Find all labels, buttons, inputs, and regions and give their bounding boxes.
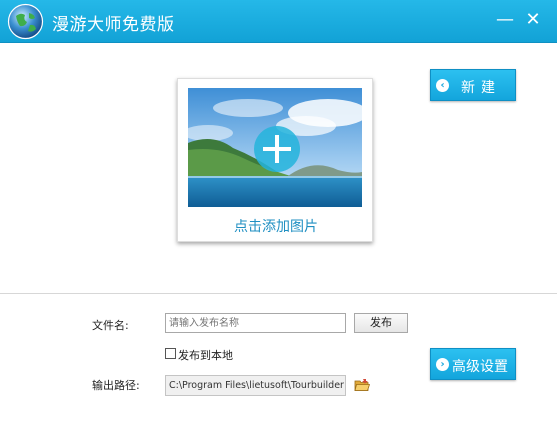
chevron-right-icon: › [436, 358, 449, 371]
output-path-label: 输出路径: [92, 379, 140, 392]
advanced-settings-button[interactable]: › 高级设置 [430, 348, 516, 380]
minimize-button[interactable]: — [494, 9, 516, 31]
title-bar: 漫游大师免费版 — ✕ [0, 0, 557, 43]
advanced-settings-label: 高级设置 [452, 359, 508, 375]
filename-label: 文件名: [92, 319, 129, 332]
publish-button[interactable]: 发布 [354, 313, 408, 333]
publish-local-checkbox[interactable] [165, 348, 176, 359]
new-button-label: 新建 [461, 80, 501, 96]
filename-input[interactable] [165, 313, 346, 333]
add-image-card[interactable]: 点击添加图片 [177, 78, 373, 242]
chevron-left-icon: ‹ [436, 79, 449, 92]
add-image-caption[interactable]: 点击添加图片 [178, 216, 374, 236]
globe-logo-icon [7, 3, 44, 40]
folder-open-icon[interactable] [354, 378, 370, 392]
plus-icon[interactable] [254, 126, 300, 172]
output-path-field[interactable]: C:\Program Files\lietusoft\Tourbuilder 1… [165, 375, 346, 396]
window-title: 漫游大师免费版 [52, 15, 175, 35]
publish-local-label[interactable]: 发布到本地 [178, 347, 233, 363]
close-button[interactable]: ✕ [522, 9, 544, 31]
new-button[interactable]: ‹ 新建 [430, 69, 516, 101]
